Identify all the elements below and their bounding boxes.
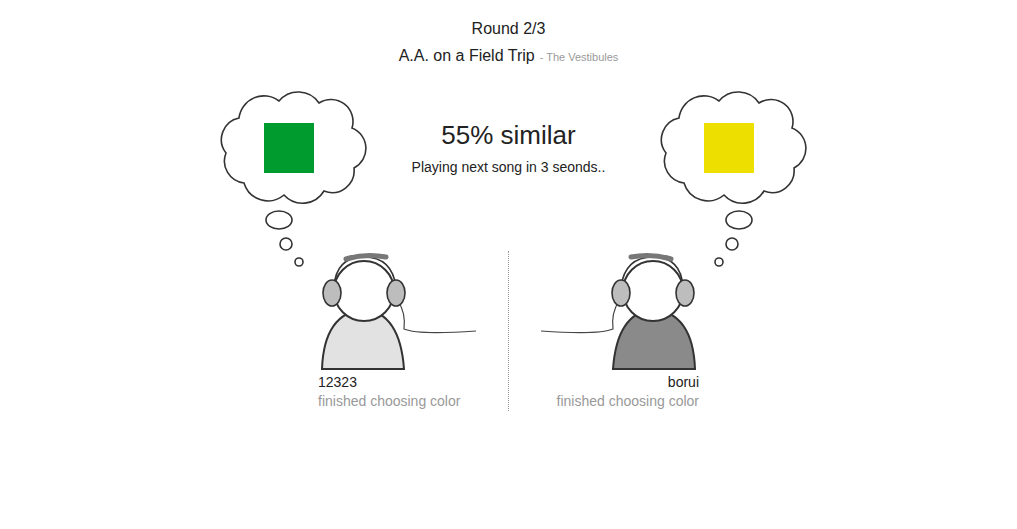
divider	[508, 251, 509, 411]
chosen-color-swatch	[704, 123, 754, 173]
player-avatar-icon	[519, 251, 699, 371]
right-thought-cloud	[644, 83, 814, 273]
chosen-color-swatch	[264, 123, 314, 173]
player-status: finished choosing color	[318, 391, 460, 411]
player-name: 12323	[318, 373, 357, 391]
similarity: 55% similar	[441, 119, 575, 151]
round-label: Round 2/3	[472, 18, 546, 40]
player-status: finished choosing color	[557, 391, 699, 411]
result-row: 55% similar Playing next song in 3 seonds…	[204, 83, 814, 273]
left-thought-cloud	[204, 83, 374, 273]
players-row: 12323finished choosing colorboruifinishe…	[318, 251, 699, 411]
player-card: 12323finished choosing color	[318, 251, 498, 411]
result-center: 55% similar Playing next song in 3 seonds…	[394, 83, 624, 178]
player-name: borui	[668, 373, 699, 391]
game-screen: Round 2/3 A.A. on a Field Trip - The Vesti…	[0, 0, 1017, 529]
player-avatar-icon	[318, 251, 498, 371]
countdown: Playing next song in 3 seonds..	[412, 157, 606, 178]
song-title: A.A. on a Field Trip	[399, 44, 535, 68]
player-card: boruifinished choosing color	[519, 251, 699, 411]
song-info: A.A. on a Field Trip - The Vestibules	[399, 44, 619, 68]
song-artist: - The Vestibules	[540, 49, 619, 66]
round-header: Round 2/3 A.A. on a Field Trip - The Vesti…	[399, 0, 619, 68]
